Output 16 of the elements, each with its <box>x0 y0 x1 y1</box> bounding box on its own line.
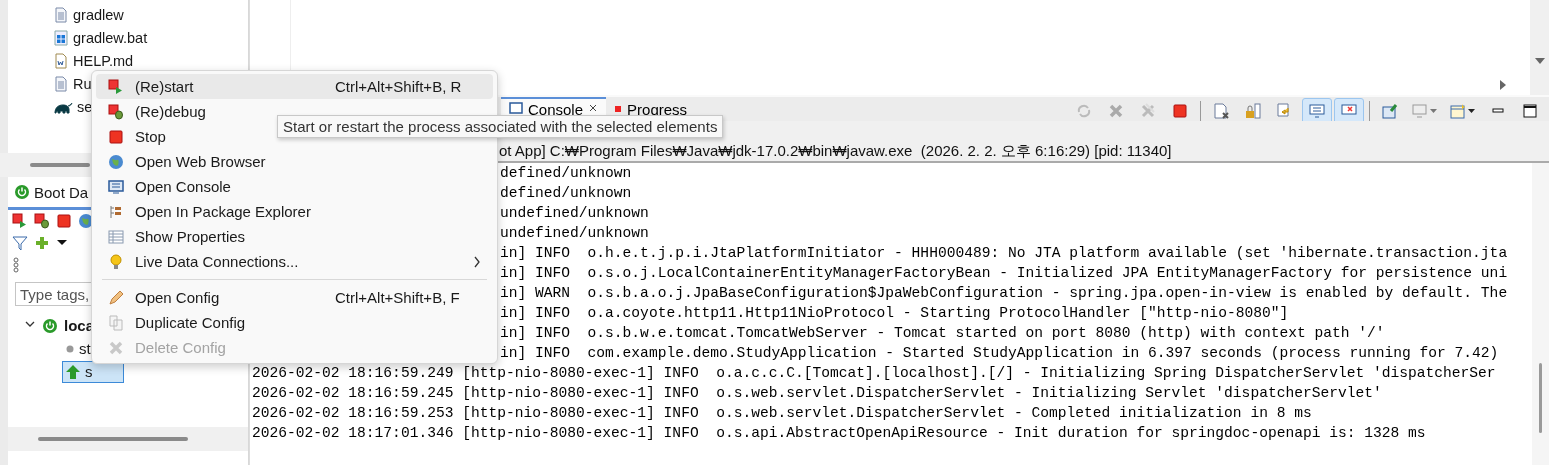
console-line: in] WARN o.s.b.a.o.j.JpaBaseConfiguration$JpaWebConfiguration - spring.jpa.open-in-view is enabled by default. The <box>500 285 1508 301</box>
console-line: in] INFO o.h.e.t.j.p.i.JtaPlatformInitiator - HHH000489: No JTA platform available (set 'hibernate.transaction.jta <box>500 245 1508 261</box>
console-line: in] INFO o.a.coyote.http11.Http11NioProtocol - Starting ProtocolHandler ["http-nio-8080"] <box>500 305 1289 321</box>
console-line: 2026-02-02 18:17:01.346 [http-nio-8080-exec-1] INFO o.s.api.AbstractOpenApiResource - Init duration for springdoc-openapi is: 1328 ms <box>252 425 1426 441</box>
process-label: ot App] C:₩Program Files₩Java₩jdk-17.0.2₩bin₩javaw.exe (2026. 2. 2. 오후 6:16:29) [pid: 11340] <box>499 141 1172 161</box>
console-line: defined/unknown <box>500 185 632 201</box>
console-line: 2026-02-02 18:16:59.245 [http-nio-8080-exec-1] INFO o.s.web.servlet.DispatcherServlet - Initializing Servlet 'dispatcherServlet' <box>252 385 1382 401</box>
console-line: defined/unknown <box>500 165 632 181</box>
console-line: undefined/unknown <box>500 205 649 221</box>
console-line: 2026-02-02 18:16:59.253 [http-nio-8080-exec-1] INFO o.s.web.servlet.DispatcherServlet - Completed initialization in 8 ms <box>252 405 1312 421</box>
console-line: in] INFO o.s.b.w.e.tomcat.TomcatWebServer - Tomcat started on port 8080 (http) with context path '/' <box>500 325 1385 341</box>
console-line: undefined/unknown <box>500 225 649 241</box>
console-line: in] INFO o.s.o.j.LocalContainerEntityManagerFactoryBean - Initialized JPA EntityManagerFactory for persistence uni <box>500 265 1508 281</box>
console-line: 2026-02-02 18:16:59.249 [http-nio-8080-exec-1] INFO o.a.c.c.C.[Tomcat].[localhost].[/] - Initializing Spring DispatcherServlet 'dispatcherSer <box>252 365 1496 381</box>
tooltip: Start or restart the process associated with the selected elements <box>277 115 724 138</box>
console-line: in] INFO com.example.demo.StudyApplication - Started StudyApplication in 6.397 seconds (process running for 7.42) <box>500 345 1499 361</box>
